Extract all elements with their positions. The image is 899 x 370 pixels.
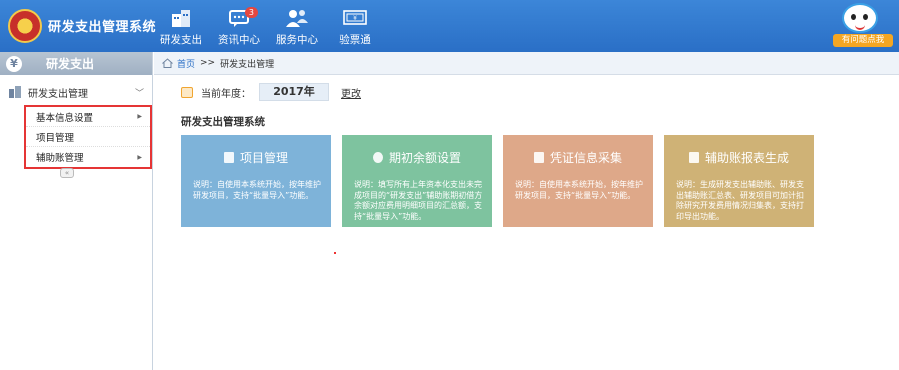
- card-title: 辅助账报表生成: [704, 151, 789, 165]
- year-label: 当前年度：: [201, 88, 251, 100]
- sidebar-item-label: 研发支出管理: [28, 88, 88, 100]
- nav-news-center[interactable]: 3 资讯中心: [210, 0, 268, 52]
- nav-service-center[interactable]: 服务中心: [268, 0, 326, 52]
- card-voucher-collection[interactable]: 凭证信息采集 说明：自使用本系统开始，按年维护研发项目，支持“批量导入”功能。: [503, 135, 653, 227]
- chevron-down-icon: ﹀: [134, 88, 144, 99]
- nav-label: 资讯中心: [218, 34, 260, 46]
- submenu-highlight: 基本信息设置 ▶ 项目管理 辅助账管理 ▶: [24, 105, 152, 169]
- app-title: 研发支出管理系统: [48, 20, 157, 35]
- card-project-management[interactable]: 项目管理 说明：自使用本系统开始，按年维护研发项目，支持“批量导入”功能。: [181, 135, 331, 227]
- document-icon: [533, 152, 544, 163]
- year-value: 2017年: [259, 83, 329, 101]
- svg-text:¥: ¥: [353, 15, 357, 22]
- main-content: 首页 >> 研发支出管理 当前年度： 2017年 更改 研发支出管理系统 项目管…: [154, 52, 899, 370]
- clipboard-icon: [223, 152, 234, 163]
- building-icon: [172, 10, 190, 27]
- home-icon: [162, 58, 173, 68]
- breadcrumb-separator: >>: [200, 58, 216, 68]
- invoice-icon: ¥: [343, 10, 367, 25]
- building-icon: [9, 86, 21, 98]
- nav-label: 研发支出: [160, 34, 202, 46]
- sidebar-title: 研发支出: [46, 57, 95, 71]
- mascot-avatar[interactable]: [842, 3, 878, 33]
- card-description: 说明：自使用本系统开始，按年维护研发项目，支持“批量导入”功能。: [193, 180, 321, 200]
- calendar-icon: [181, 86, 193, 98]
- submenu-label: 基本信息设置: [36, 112, 94, 124]
- change-year-link[interactable]: 更改: [341, 85, 361, 100]
- help-button[interactable]: 有问题点我: [833, 34, 893, 47]
- nav-label: 服务中心: [276, 34, 318, 46]
- submenu-auxiliary-accounts[interactable]: 辅助账管理 ▶: [26, 147, 150, 167]
- nav-rd-expense[interactable]: 研发支出: [152, 0, 210, 52]
- nav-label: 验票通: [339, 34, 371, 46]
- collapse-sidebar-button[interactable]: «: [60, 168, 74, 178]
- people-icon: [286, 10, 308, 27]
- sidebar-header: ¥ 研发支出: [0, 52, 152, 75]
- submenu-label: 项目管理: [36, 132, 75, 144]
- report-icon: [688, 152, 699, 163]
- breadcrumb-current: 研发支出管理: [220, 59, 275, 70]
- caret-right-icon: ▶: [137, 113, 142, 120]
- submenu-project-management[interactable]: 项目管理: [26, 127, 150, 147]
- section-title: 研发支出管理系统: [181, 116, 265, 128]
- submenu-basic-info[interactable]: 基本信息设置 ▶: [26, 107, 150, 127]
- caret-right-icon: ▶: [137, 153, 142, 161]
- stray-dot: [334, 252, 336, 254]
- card-title: 项目管理: [239, 151, 288, 165]
- current-year-row: 当前年度： 2017年 更改: [181, 83, 361, 101]
- yen-icon: ¥: [6, 55, 22, 72]
- card-description: 说明：填写所有上年资本化支出未完成项目的“研发支出”辅助账期初借方余额对应费用明…: [354, 180, 483, 221]
- card-opening-balance[interactable]: 期初余额设置 说明：填写所有上年资本化支出未完成项目的“研发支出”辅助账期初借方…: [342, 135, 492, 227]
- emblem-logo: [8, 9, 42, 43]
- breadcrumb: 首页 >> 研发支出管理: [154, 52, 899, 75]
- card-title: 期初余额设置: [388, 151, 461, 165]
- money-bag-icon: [372, 152, 383, 163]
- card-description: 说明：生成研发支出辅助账、研发支出辅助账汇总表、研发项目可加计扣除研究开发费用情…: [676, 180, 804, 221]
- sidebar-item-rd-management[interactable]: 研发支出管理 ﹀: [0, 81, 152, 103]
- submenu-label: 辅助账管理: [36, 153, 84, 164]
- breadcrumb-home-link[interactable]: 首页: [177, 57, 195, 70]
- nav-ticket-verify[interactable]: ¥ 验票通: [326, 0, 384, 52]
- card-report-generation[interactable]: 辅助账报表生成 说明：生成研发支出辅助账、研发支出辅助账汇总表、研发项目可加计扣…: [664, 135, 814, 227]
- sidebar: ¥ 研发支出 研发支出管理 ﹀ 基本信息设置 ▶ 项目管理 辅助账管理 ▶ «: [0, 52, 153, 370]
- notification-badge: 3: [244, 7, 258, 18]
- card-title: 凭证信息采集: [549, 151, 622, 165]
- top-bar: 研发支出管理系统 研发支出 3 资讯中心 服务中心 ¥ 验票通 有问题点我: [0, 0, 899, 52]
- card-description: 说明：自使用本系统开始，按年维护研发项目，支持“批量导入”功能。: [515, 180, 643, 200]
